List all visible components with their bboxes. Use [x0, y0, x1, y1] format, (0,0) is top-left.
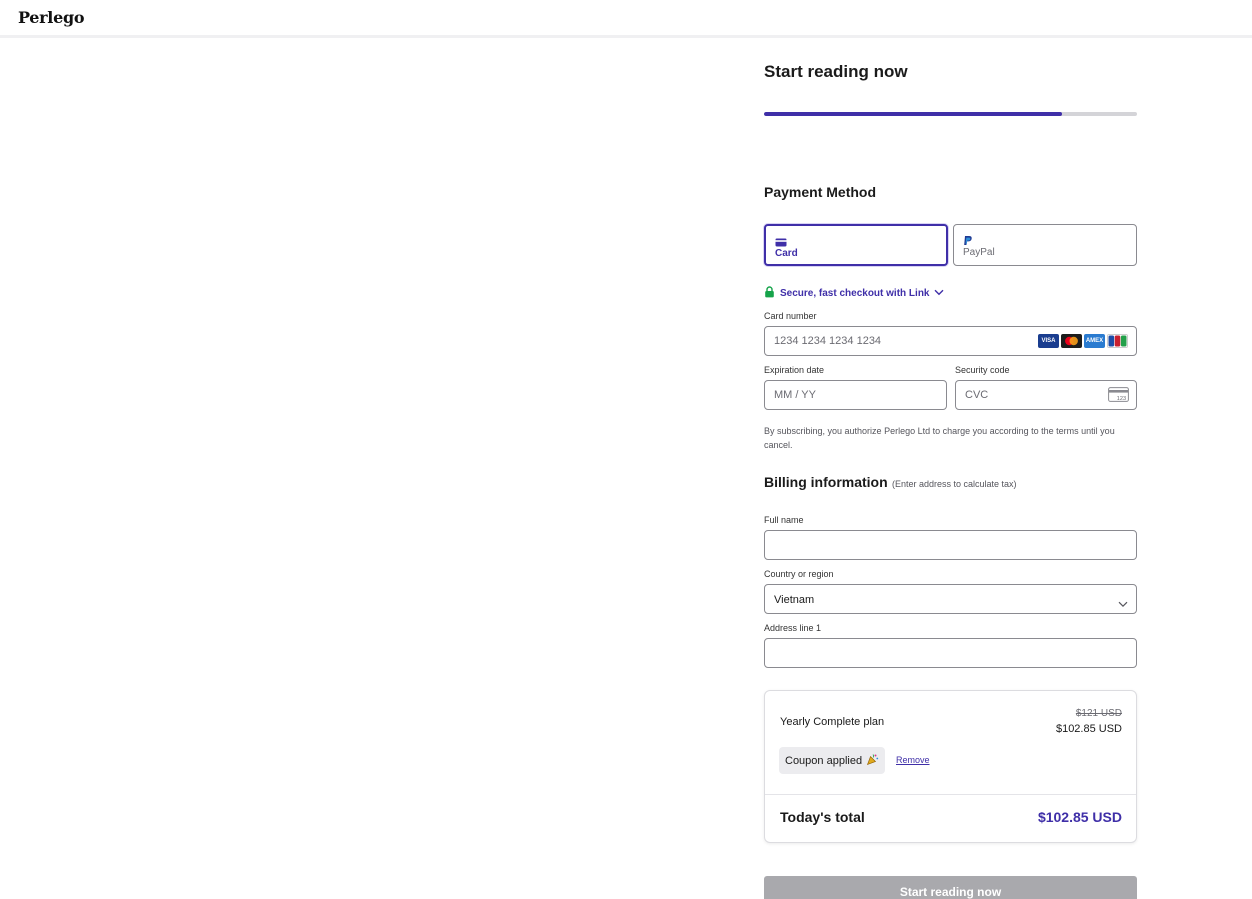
address-line-1-input[interactable] — [764, 638, 1137, 668]
payment-tab-paypal-label: PayPal — [963, 247, 995, 258]
chevron-down-icon — [1118, 595, 1128, 613]
order-summary: Yearly Complete plan $121 USD $102.85 US… — [764, 690, 1137, 843]
plan-name: Yearly Complete plan — [780, 716, 885, 728]
full-name-input[interactable] — [764, 530, 1137, 560]
party-popper-icon — [866, 753, 879, 769]
billing-info-title: Billing information — [764, 474, 888, 490]
coupon-applied-text: Coupon applied — [785, 754, 863, 767]
payment-tab-card[interactable]: Card — [764, 224, 948, 266]
cvc-card-icon: 123 — [1108, 387, 1129, 408]
expiration-label: Expiration date — [764, 365, 825, 375]
card-number-label: Card number — [764, 311, 817, 321]
checkout-progress-fill — [764, 112, 1063, 116]
subscription-terms: By subscribing, you authorize Perlego Lt… — [764, 426, 1115, 450]
mastercard-icon — [1061, 334, 1082, 348]
summary-divider — [765, 794, 1136, 795]
payment-method-title: Payment Method — [764, 184, 877, 200]
country-select-value: Vietnam — [774, 594, 815, 606]
expiration-input[interactable] — [764, 380, 947, 410]
amex-icon: AMEX — [1084, 334, 1105, 348]
coupon-badge: Coupon applied — [779, 747, 886, 774]
address-line-1-label: Address line 1 — [764, 623, 822, 633]
remove-coupon-link[interactable]: Remove — [896, 755, 930, 765]
billing-info-note: (Enter address to calculate tax) — [892, 479, 1017, 489]
payment-tab-paypal[interactable]: PayPal — [953, 224, 1137, 266]
chevron-down-icon — [934, 288, 944, 299]
payment-tab-card-label: Card — [775, 248, 798, 259]
top-header: Perlego — [0, 0, 1252, 38]
country-label: Country or region — [764, 569, 834, 579]
original-price: $121 USD — [1075, 708, 1122, 719]
perlego-logo[interactable]: Perlego — [18, 8, 85, 27]
visa-icon: VISA — [1038, 334, 1059, 348]
total-value: $102.85 USD — [1037, 809, 1122, 825]
full-name-label: Full name — [764, 515, 804, 525]
jcb-icon — [1107, 334, 1128, 348]
total-label: Today's total — [780, 809, 865, 825]
discounted-price: $102.85 USD — [1055, 723, 1122, 735]
link-checkout-text: Secure, fast checkout with Link — [780, 288, 930, 299]
link-checkout-toggle[interactable]: Secure, fast checkout with Link — [764, 286, 944, 301]
start-reading-button[interactable]: Start reading now — [764, 876, 1137, 899]
security-code-label: Security code — [955, 365, 1010, 375]
page-title: Start reading now — [764, 62, 908, 81]
country-select[interactable]: Vietnam — [764, 584, 1137, 614]
checkout-progress-bar — [764, 112, 1137, 116]
lock-icon — [764, 286, 775, 301]
cvc-icon-text: 123 — [1117, 396, 1126, 402]
card-brand-logos: VISA AMEX — [1038, 334, 1128, 348]
